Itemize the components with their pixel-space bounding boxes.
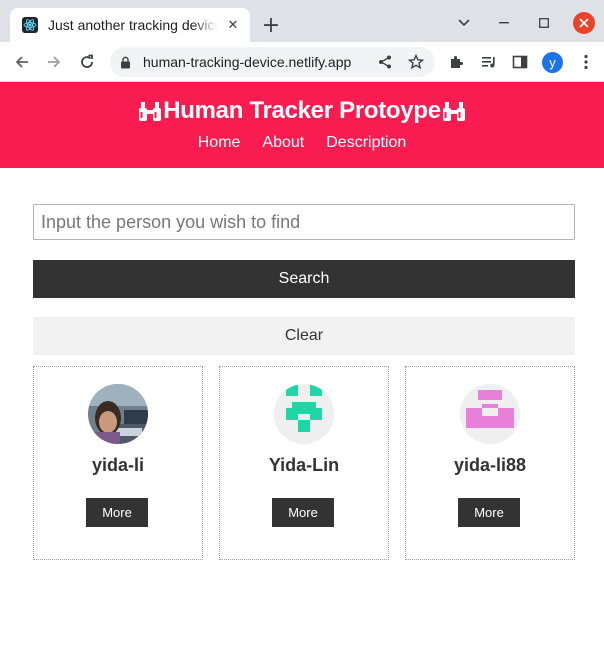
browser-tab[interactable]: Just another tracking device ✕ [10, 8, 250, 42]
result-card: yida-li More [33, 366, 203, 560]
site-title-row: Human Tracker Protoype [0, 97, 604, 125]
address-url: human-tracking-device.netlify.app [143, 54, 352, 70]
share-icon[interactable] [378, 55, 392, 69]
identicon-image [460, 384, 520, 444]
bookmark-star-icon[interactable] [408, 54, 424, 70]
nav-description[interactable]: Description [326, 134, 406, 152]
forward-arrow-icon[interactable] [44, 52, 64, 72]
avatar [88, 384, 148, 444]
card-name: yida-li [91, 455, 144, 475]
tab-close-icon[interactable]: ✕ [224, 16, 242, 34]
lock-icon [121, 56, 130, 68]
kebab-menu-icon[interactable] [576, 52, 596, 72]
maximize-icon[interactable] [534, 13, 554, 33]
back-arrow-icon[interactable] [12, 52, 32, 72]
search-input[interactable] [33, 204, 575, 240]
binoculars-icon [442, 102, 465, 121]
site-title: Human Tracker Protoype [163, 97, 441, 124]
identicon-image [274, 384, 334, 444]
address-bar[interactable]: human-tracking-device.netlify.app [110, 47, 435, 77]
more-button[interactable]: More [458, 498, 520, 527]
media-queue-icon[interactable] [479, 52, 499, 72]
extensions-puzzle-icon[interactable] [447, 52, 467, 72]
binoculars-icon [139, 102, 162, 121]
clear-button[interactable]: Clear [33, 317, 575, 355]
minimize-icon[interactable] [494, 13, 514, 33]
window-close-icon[interactable] [573, 12, 595, 34]
react-favicon-icon [22, 17, 38, 33]
nav-about[interactable]: About [262, 134, 304, 152]
card-name: yida-li88 [453, 455, 527, 475]
site-nav: Home About Description [0, 134, 604, 152]
result-card: yida-li88 More [405, 366, 575, 560]
reload-icon[interactable] [77, 52, 97, 72]
avatar [274, 384, 334, 444]
new-tab-icon[interactable]: + [258, 12, 284, 38]
search-button[interactable]: Search [33, 260, 575, 298]
browser-toolbar: human-tracking-device.netlify.app y [0, 42, 604, 82]
tab-search-chevron-icon[interactable] [454, 13, 474, 33]
nav-home[interactable]: Home [198, 134, 241, 152]
browser-tab-bar: Just another tracking device ✕ + [0, 0, 604, 42]
side-panel-icon[interactable] [510, 52, 530, 72]
user-photo [88, 384, 148, 444]
profile-avatar[interactable]: y [542, 52, 563, 73]
site-header: Human Tracker Protoype Home About Descri… [0, 82, 604, 168]
avatar [460, 384, 520, 444]
tab-title: Just another tracking device [48, 17, 218, 33]
card-name: Yida-Lin [268, 455, 340, 475]
more-button[interactable]: More [86, 498, 148, 527]
more-button[interactable]: More [272, 498, 334, 527]
result-card: Yida-Lin More [219, 366, 389, 560]
